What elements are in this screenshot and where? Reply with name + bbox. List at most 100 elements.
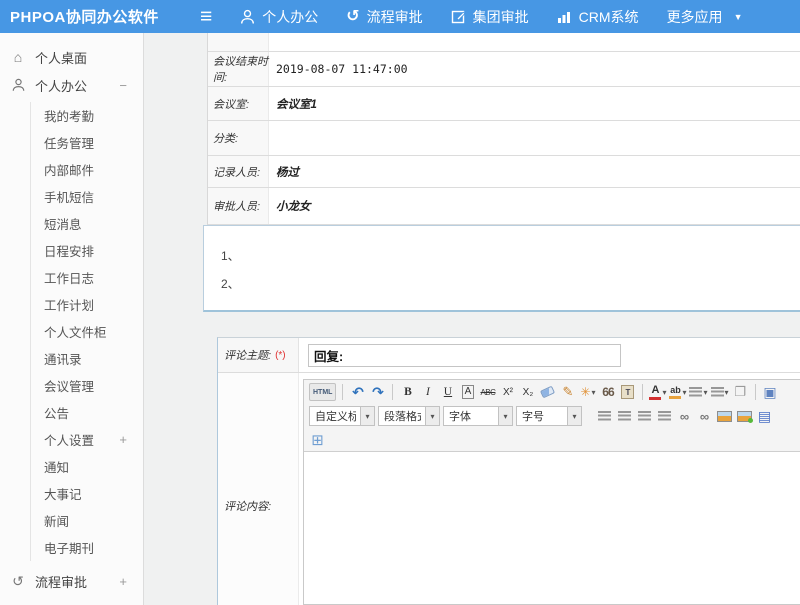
nav-group-approval[interactable]: 集团审批 <box>437 0 543 33</box>
custom-heading-select[interactable]: 自定义标题▾ <box>309 406 375 426</box>
sidebar-item-e-journal[interactable]: 电子期刊 <box>31 534 143 561</box>
nav-workflow-approval[interactable]: ↺ 流程审批 <box>332 0 436 33</box>
nav-personal-office[interactable]: 个人办公 <box>226 0 332 33</box>
eraser-icon[interactable] <box>539 383 556 401</box>
insert-link-icon[interactable]: ∞ <box>676 407 693 425</box>
sidebar-item-attendance[interactable]: 我的考勤 <box>31 102 143 129</box>
top-nav: 个人办公 ↺ 流程审批 集团审批 CRM系统 更多应用 ▼ <box>226 0 756 33</box>
underline-icon[interactable]: U <box>439 383 456 401</box>
bold-icon[interactable]: B <box>399 383 416 401</box>
align-justify-icon[interactable] <box>656 407 673 425</box>
sidebar-item-work-log[interactable]: 工作日志 <box>31 264 143 291</box>
unordered-list-icon[interactable]: ▾ <box>711 383 729 401</box>
sidebar-item-label: 会议管理 <box>44 376 94 395</box>
sidebar-item-announcements[interactable]: 公告 <box>31 399 143 426</box>
font-size-select[interactable]: 字号▾ <box>516 406 582 426</box>
comment-content-label: 评论内容: <box>218 373 299 605</box>
sidebar-item-short-message[interactable]: 短消息 <box>31 210 143 237</box>
strikethrough-icon[interactable]: ABC <box>479 383 496 401</box>
field-label: 分类: <box>208 121 269 155</box>
nav-crm[interactable]: CRM系统 <box>543 0 653 33</box>
sidebar-item-workflow-approval[interactable]: ↺ 流程审批 + <box>0 567 143 595</box>
nav-more-apps[interactable]: 更多应用 ▼ <box>653 0 757 33</box>
collapse-icon[interactable]: − <box>119 78 127 93</box>
required-mark: (*) <box>275 350 286 361</box>
align-center-icon[interactable] <box>616 407 633 425</box>
expand-icon[interactable]: + <box>119 574 127 589</box>
subscript-icon[interactable]: X₂ <box>519 383 536 401</box>
sidebar-item-contacts[interactable]: 通讯录 <box>31 345 143 372</box>
comment-subject-input[interactable] <box>308 344 621 367</box>
menu-icon[interactable]: ≡ <box>200 6 212 27</box>
sidebar-item-meetings[interactable]: 会议管理 <box>31 372 143 399</box>
sidebar-item-personal-settings[interactable]: 个人设置 + <box>31 426 143 453</box>
font-color-icon[interactable]: A▾ <box>649 383 666 401</box>
highlight-color-icon[interactable]: ab▾ <box>669 383 686 401</box>
chevron-down-icon: ▾ <box>425 407 439 425</box>
sidebar-item-label: 个人办公 <box>35 76 87 95</box>
sidebar-item-label: 我的考勤 <box>44 106 94 125</box>
approver: 小龙女 <box>269 188 800 224</box>
sidebar-item-internal-mail[interactable]: 内部邮件 <box>31 156 143 183</box>
sidebar-item-file-cabinet[interactable]: 个人文件柜 <box>31 318 143 345</box>
insert-table-icon[interactable]: ⊞ <box>309 431 326 449</box>
meeting-end-time: 2019-08-07 11:47:00 <box>269 52 800 86</box>
sidebar-item-schedule[interactable]: 日程安排 <box>31 237 143 264</box>
sidebar-item-tasks[interactable]: 任务管理 <box>31 129 143 156</box>
align-left-icon[interactable] <box>596 407 613 425</box>
char-border-icon[interactable]: A <box>462 385 475 399</box>
table-row: 记录人员: 杨过 <box>208 156 800 188</box>
chevron-down-icon: ▾ <box>567 407 581 425</box>
sidebar-submenu: 我的考勤 任务管理 内部邮件 手机短信 短消息 日程安排 工作日志 工作计划 个… <box>30 102 143 561</box>
nav-label: 流程审批 <box>367 7 423 27</box>
sidebar-item-label: 通知 <box>44 457 69 476</box>
app-logo: PHPOA协同办公软件 <box>10 6 192 27</box>
redo-icon[interactable]: ↷ <box>369 383 386 401</box>
table-row: 分类: <box>208 121 800 156</box>
autoformat-icon[interactable]: ✳▾ <box>579 383 596 401</box>
table-row: 会议结束时间: 2019-08-07 11:47:00 <box>208 52 800 87</box>
ordered-list-icon[interactable]: ▾ <box>689 383 707 401</box>
undo-icon[interactable]: ↶ <box>349 383 366 401</box>
new-page-icon[interactable]: ❐ <box>732 383 749 401</box>
sidebar-item-desktop[interactable]: ⌂ 个人桌面 <box>0 43 143 71</box>
italic-icon[interactable]: I <box>419 383 436 401</box>
sidebar-item-events[interactable]: 大事记 <box>31 480 143 507</box>
expand-icon[interactable]: + <box>119 432 127 447</box>
blockquote-icon[interactable]: 66 <box>599 383 616 401</box>
sidebar-item-personal-office[interactable]: 个人办公 − <box>0 71 143 99</box>
sidebar-item-label: 工作计划 <box>44 295 94 314</box>
sidebar-item-work-plan[interactable]: 工作计划 <box>31 291 143 318</box>
recorder: 杨过 <box>269 156 800 187</box>
align-right-icon[interactable] <box>636 407 653 425</box>
sidebar-item-label: 内部邮件 <box>44 160 94 179</box>
html-source-button[interactable]: HTML <box>309 383 336 401</box>
remove-link-icon[interactable]: ∞ <box>696 407 713 425</box>
sidebar-item-sms[interactable]: 手机短信 <box>31 183 143 210</box>
sidebar-item-label: 手机短信 <box>44 187 94 206</box>
comment-content-row: 评论内容: HTML ↶ ↷ B I U A ABC X² X₂ <box>218 373 800 605</box>
insert-image-icon[interactable] <box>716 407 733 425</box>
fullscreen-icon[interactable]: ▣ <box>762 383 779 401</box>
paste-icon[interactable]: T <box>619 383 636 401</box>
comment-subject-label: 评论主题: (*) <box>218 338 299 372</box>
sidebar-item-label: 大事记 <box>44 484 82 503</box>
field-label: 会议结束时间: <box>208 52 269 86</box>
editor-content-area[interactable] <box>304 451 800 604</box>
insert-media-icon[interactable]: ▤ <box>756 407 773 425</box>
upload-image-icon[interactable] <box>736 407 753 425</box>
paragraph-format-select[interactable]: 段落格式▾ <box>378 406 440 426</box>
sidebar-item-notices[interactable]: 通知 <box>31 453 143 480</box>
format-brush-icon[interactable]: ✎ <box>559 383 576 401</box>
sidebar-item-label: 任务管理 <box>44 133 94 152</box>
chevron-down-icon: ▾ <box>360 407 374 425</box>
superscript-icon[interactable]: X² <box>499 383 516 401</box>
minutes-line: 1、 <box>221 242 800 270</box>
sidebar-item-news[interactable]: 新闻 <box>31 507 143 534</box>
font-family-select[interactable]: 字体▾ <box>443 406 513 426</box>
editor-toolbar-row3: ⊞ <box>304 428 800 451</box>
nav-label: 更多应用 <box>667 7 723 27</box>
sidebar-item-label: 通讯录 <box>44 349 82 368</box>
sidebar-item-label: 个人桌面 <box>35 48 87 67</box>
table-row: 审批人员: 小龙女 <box>208 188 800 225</box>
